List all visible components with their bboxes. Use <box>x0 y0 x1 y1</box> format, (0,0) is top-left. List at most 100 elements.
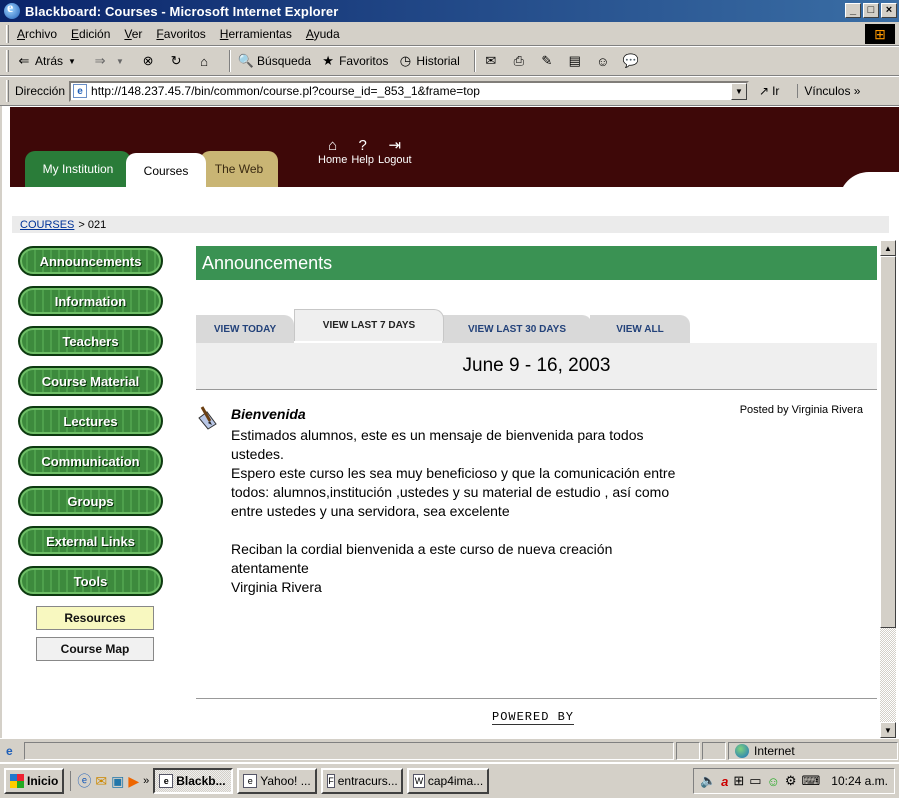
task-label: Yahoo! ... <box>260 774 311 788</box>
address-dropdown-icon[interactable]: ▼ <box>731 82 748 100</box>
nav-tools[interactable]: Tools <box>18 566 163 596</box>
nav-groups[interactable]: Groups <box>18 486 163 516</box>
menu-favoritos[interactable]: Favoritos <box>156 27 205 41</box>
menu-herramientas[interactable]: Herramientas <box>220 27 292 41</box>
window-titlebar: Blackboard: Courses - Microsoft Internet… <box>0 0 899 22</box>
toolbar-separator <box>473 50 476 72</box>
ie-quicklaunch-icon[interactable]: ⓔ <box>77 771 91 791</box>
breadcrumb-courses-link[interactable]: COURSES <box>20 219 74 231</box>
task-yahoo[interactable]: e Yahoo! ... <box>237 768 318 794</box>
task-label: entracurs... <box>337 774 398 788</box>
windows-logo-icon: ⊞ <box>865 24 895 44</box>
address-input[interactable]: e http://148.237.45.7/bin/common/course.… <box>69 80 750 102</box>
status-panel <box>676 741 700 760</box>
page-icon: e <box>73 84 88 98</box>
minimize-button[interactable]: _ <box>845 3 861 18</box>
nav-information[interactable]: Information <box>18 286 163 316</box>
chat-button[interactable]: 💬 <box>622 52 642 70</box>
volume-icon[interactable]: 🔈 <box>700 773 716 789</box>
logout-link[interactable]: ⇥ Logout <box>378 137 412 166</box>
print-button[interactable]: ⎙ <box>510 52 530 70</box>
nav-course-map[interactable]: Course Map <box>36 637 154 661</box>
back-button[interactable]: ⇐ Atrás ▼ <box>15 52 83 70</box>
nav-lectures[interactable]: Lectures <box>18 406 163 436</box>
edit-icon: ✎ <box>541 53 553 68</box>
outlook-quicklaunch-icon[interactable]: ✉ <box>95 773 107 790</box>
menu-ayuda[interactable]: Ayuda <box>306 27 340 41</box>
scroll-track[interactable] <box>880 628 896 722</box>
vertical-scrollbar[interactable]: ▲ ▼ <box>880 240 896 738</box>
address-label: Dirección <box>15 84 66 98</box>
antivirus-icon[interactable]: a <box>721 774 728 789</box>
logout-link-label: Logout <box>377 154 412 166</box>
status-text-panel <box>24 741 674 760</box>
maximize-button[interactable]: □ <box>863 3 879 18</box>
search-label: Búsqueda <box>257 54 312 68</box>
tab-view-last-30-days[interactable]: VIEW LAST 30 DAYS <box>442 315 592 343</box>
close-button[interactable]: × <box>881 3 897 18</box>
nav-external-links[interactable]: External Links <box>18 526 163 556</box>
tab-view-last-7-days[interactable]: VIEW LAST 7 DAYS <box>294 309 444 341</box>
home-button[interactable]: ⌂ <box>195 52 215 70</box>
tab-courses[interactable]: Courses <box>126 153 206 189</box>
keyboard-tray-icon[interactable]: ⌨ <box>802 773 821 789</box>
settings-tray-icon[interactable]: ⚙ <box>785 773 797 789</box>
tab-view-today[interactable]: VIEW TODAY <box>196 315 294 343</box>
menu-archivo[interactable]: Archivo <box>17 27 57 41</box>
go-button[interactable]: ↗ Ir <box>759 84 779 98</box>
scroll-thumb[interactable] <box>880 256 896 628</box>
announcement-title: Bienvenida <box>231 406 306 422</box>
nav-resources[interactable]: Resources <box>36 606 154 630</box>
breadcrumb-separator: > <box>78 218 85 231</box>
task-blackboard[interactable]: e Blackb... <box>153 768 234 794</box>
discuss-icon: ▤ <box>568 53 581 68</box>
refresh-button[interactable]: ↻ <box>167 52 187 70</box>
tab-the-web[interactable]: The Web <box>200 151 278 187</box>
status-panel <box>702 741 726 760</box>
help-link[interactable]: ? Help <box>351 137 374 166</box>
edit-button[interactable]: ✎ <box>538 52 558 70</box>
task-label: cap4ima... <box>427 774 484 788</box>
network-icon[interactable]: ⊞ <box>733 773 744 789</box>
tab-my-institution[interactable]: My Institution <box>25 151 131 187</box>
back-label: Atrás <box>35 54 64 68</box>
menu-ver[interactable]: Ver <box>124 27 142 41</box>
search-button[interactable]: 🔍 Búsqueda <box>237 52 311 70</box>
task-entracurs[interactable]: F entracurs... <box>321 768 404 794</box>
mail-button[interactable]: ✉ <box>482 52 502 70</box>
announcement-line: Espero este curso les sea muy beneficios… <box>231 465 676 481</box>
nav-communication[interactable]: Communication <box>18 446 163 476</box>
breadcrumb-current: 021 <box>87 218 107 231</box>
monitor-icon[interactable]: ▭ <box>749 773 761 789</box>
forward-button[interactable]: ⇒ ▼ <box>91 52 131 70</box>
word-task-icon: W <box>413 774 425 788</box>
toolbar-separator <box>229 50 232 72</box>
scroll-down-icon[interactable]: ▼ <box>880 722 896 738</box>
logout-door-icon: ⇥ <box>388 137 402 154</box>
desktop-quicklaunch-icon[interactable]: ▣ <box>111 773 124 790</box>
history-button[interactable]: ◷ Historial <box>396 52 460 70</box>
tab-view-all[interactable]: VIEW ALL <box>590 315 690 343</box>
task-cap4ima[interactable]: W cap4ima... <box>407 768 490 794</box>
nav-teachers[interactable]: Teachers <box>18 326 163 356</box>
nav-announcements[interactable]: Announcements <box>18 246 163 276</box>
links-button[interactable]: Vínculos » <box>797 84 860 98</box>
discuss-button[interactable]: ▤ <box>566 52 586 70</box>
start-button[interactable]: Inicio <box>4 768 65 794</box>
announcement-line: atentamente <box>231 560 309 576</box>
go-arrow-icon: ↗ <box>759 84 770 98</box>
media-quicklaunch-icon[interactable]: ▶ <box>128 773 139 790</box>
refresh-icon: ↻ <box>170 53 182 68</box>
scroll-up-icon[interactable]: ▲ <box>880 240 896 256</box>
menu-edicion[interactable]: Edición <box>71 27 110 41</box>
header-bottom-curve <box>0 172 899 217</box>
nav-course-material[interactable]: Course Material <box>18 366 163 396</box>
window-title: Blackboard: Courses - Microsoft Internet… <box>25 3 339 19</box>
more-chevron-icon[interactable]: » <box>143 775 149 787</box>
home-link[interactable]: ⌂ Home <box>318 137 347 166</box>
stop-button[interactable]: ⊗ <box>139 52 159 70</box>
favorites-button[interactable]: ★ Favoritos <box>319 52 388 70</box>
messenger-button[interactable]: ☺ <box>594 52 614 70</box>
messenger-tray-icon[interactable]: ☺ <box>767 774 780 789</box>
